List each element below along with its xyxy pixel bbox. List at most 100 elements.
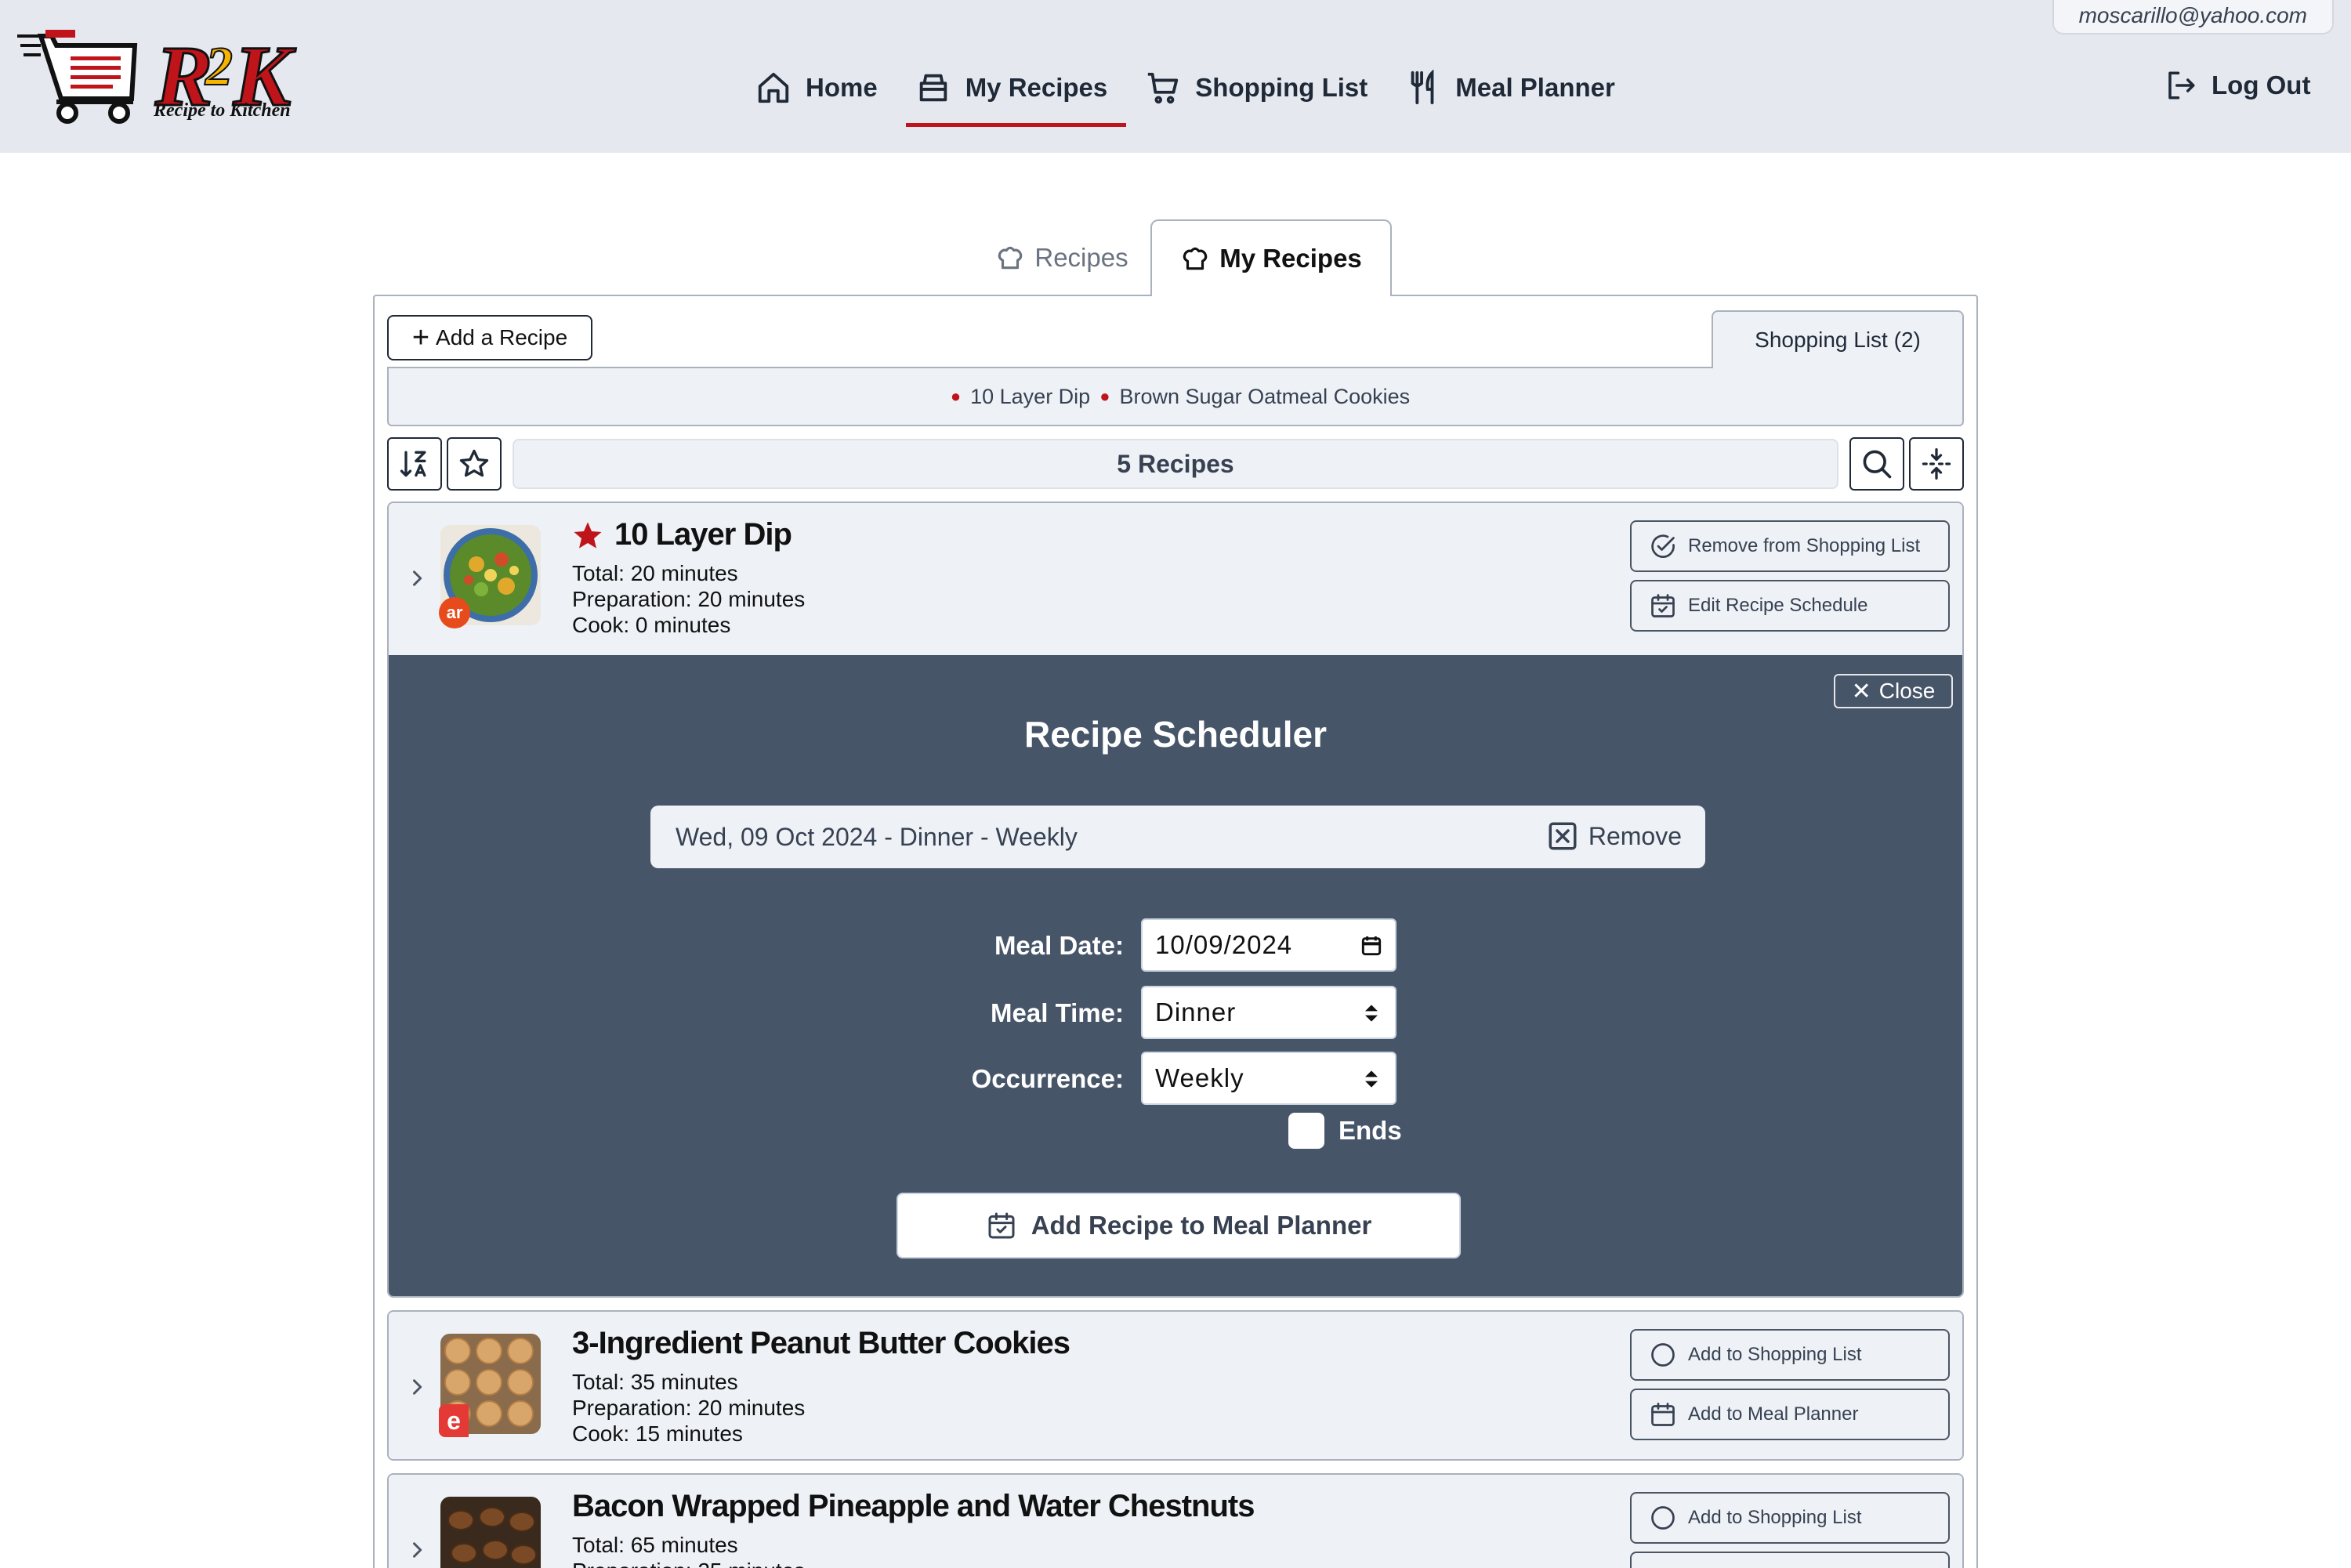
add-to-meal-planner-label: Add Recipe to Meal Planner: [1031, 1211, 1372, 1240]
fork-knife-icon: [1411, 70, 1434, 105]
add-to-meal-planner-card-button[interactable]: Add to Meal Planner: [1630, 1389, 1950, 1440]
svg-text:2: 2: [205, 37, 233, 97]
occurrence-value: Weekly: [1155, 1063, 1244, 1092]
recipe-card: Bacon Wrapped Pineapple and Water Chestn…: [387, 1473, 1964, 1568]
search-button[interactable]: [1849, 437, 1904, 491]
recipe-thumbnail: [440, 1497, 541, 1568]
meal-time-label: Meal Time:: [991, 998, 1124, 1027]
nav-home[interactable]: Home: [737, 60, 897, 116]
chevron-right-icon[interactable]: [406, 1539, 428, 1561]
meal-time-select[interactable]: Dinner: [1141, 986, 1396, 1039]
chevron-right-icon[interactable]: [406, 567, 428, 589]
nav-shopping-list-label: Shopping List: [1195, 73, 1368, 102]
remove-from-shopping-list-label: Remove from Shopping List: [1688, 535, 1921, 556]
recipe-prep-time: Preparation: 20 minutes: [572, 1396, 806, 1420]
collapse-icon: [1922, 448, 1951, 480]
add-recipe-button[interactable]: + Add a Recipe: [387, 315, 592, 360]
nav-shopping-list[interactable]: Shopping List: [1126, 60, 1386, 116]
add-to-meal-planner-card-label: Add to Meal Planner: [1688, 1403, 1859, 1425]
close-label: Close: [1878, 679, 1936, 703]
shopping-item[interactable]: Brown Sugar Oatmeal Cookies: [1120, 385, 1411, 409]
nav-home-label: Home: [806, 73, 878, 102]
app-header: R 2 K Recipe to Kitchen Home My Recipes …: [0, 0, 2351, 153]
food-image-icon: [440, 1497, 541, 1568]
select-arrows-icon: [1365, 1005, 1378, 1022]
user-email[interactable]: moscarillo@yahoo.com: [2052, 0, 2334, 34]
recipe-title[interactable]: 3-Ingredient Peanut Butter Cookies: [572, 1326, 1070, 1361]
collapse-all-button[interactable]: [1909, 437, 1964, 491]
ends-label: Ends: [1339, 1116, 1402, 1145]
add-to-shopping-list-button[interactable]: Add to Shopping List: [1630, 1492, 1950, 1544]
recipe-card: ar 10 Layer Dip Total: 20 minutes Prepar…: [387, 502, 1964, 1298]
recipe-card-header[interactable]: ar 10 Layer Dip Total: 20 minutes Prepar…: [389, 503, 1962, 655]
sort-button[interactable]: [387, 437, 442, 491]
tab-recipes-label: Recipes: [1034, 243, 1128, 272]
add-recipe-label: Add a Recipe: [436, 325, 568, 349]
calendar-icon: [1651, 1403, 1675, 1426]
tab-my-recipes[interactable]: My Recipes: [1150, 219, 1392, 296]
remove-schedule-button[interactable]: Remove: [1546, 820, 1682, 853]
ends-checkbox[interactable]: [1288, 1113, 1324, 1149]
logout-button[interactable]: Log Out: [2164, 69, 2310, 102]
recipe-count: 5 Recipes: [513, 439, 1838, 489]
calendar-icon[interactable]: [1359, 933, 1384, 958]
search-icon: [1863, 450, 1892, 479]
favorite-star-icon[interactable]: [572, 520, 603, 551]
add-to-meal-planner-button[interactable]: Add Recipe to Meal Planner: [897, 1193, 1461, 1258]
source-badge: e: [439, 1404, 469, 1437]
nav-my-recipes[interactable]: My Recipes: [897, 60, 1127, 127]
recipe-card-header[interactable]: e 3-Ingredient Peanut Butter Cookies Tot…: [389, 1312, 1962, 1459]
circle-icon: [1651, 1506, 1675, 1530]
recipe-total-time: Total: 65 minutes: [572, 1533, 738, 1557]
recipe-cook-time: Cook: 0 minutes: [572, 613, 731, 637]
bullet-icon: ●: [950, 386, 962, 406]
recipe-cook-time: Cook: 15 minutes: [572, 1421, 743, 1446]
recipe-prep-time: Preparation: 25 minutes: [572, 1559, 805, 1568]
nav-meal-planner[interactable]: Meal Planner: [1386, 60, 1634, 116]
circle-icon: [1651, 1343, 1675, 1367]
close-scheduler-button[interactable]: ✕ Close: [1834, 674, 1953, 708]
tab-my-recipes-label: My Recipes: [1219, 244, 1362, 273]
recipe-title[interactable]: 10 Layer Dip: [614, 517, 792, 552]
favorites-filter-button[interactable]: [447, 437, 502, 491]
select-arrows-icon: [1365, 1070, 1378, 1088]
meal-date-input[interactable]: 10/09/2024: [1141, 918, 1396, 972]
recipe-card-header[interactable]: Bacon Wrapped Pineapple and Water Chestn…: [389, 1475, 1962, 1568]
recipe-box-icon: [919, 74, 947, 102]
shopping-list-tab[interactable]: Shopping List (2): [1712, 310, 1964, 368]
chef-hat-icon: [998, 246, 1023, 270]
cart-icon: [1148, 72, 1179, 104]
nav-my-recipes-label: My Recipes: [965, 73, 1108, 102]
chef-hat-icon: [1183, 247, 1208, 270]
tab-recipes[interactable]: Recipes: [972, 219, 1152, 296]
add-to-shopping-list-button[interactable]: Add to Shopping List: [1630, 1329, 1950, 1381]
remove-from-shopping-list-button[interactable]: Remove from Shopping List: [1630, 520, 1950, 572]
shopping-item[interactable]: 10 Layer Dip: [970, 385, 1090, 409]
calendar-check-icon: [1651, 594, 1675, 617]
add-to-shopping-list-label: Add to Shopping List: [1688, 1344, 1862, 1365]
logout-label: Log Out: [2212, 71, 2311, 100]
recipe-title[interactable]: Bacon Wrapped Pineapple and Water Chestn…: [572, 1489, 1255, 1524]
source-badge: ar: [439, 597, 470, 628]
meal-date-label: Meal Date:: [994, 931, 1124, 960]
main-nav: Home My Recipes Shopping List Meal Plann…: [737, 60, 1634, 127]
check-circle-icon: [1651, 534, 1675, 558]
occurrence-select[interactable]: Weekly: [1141, 1052, 1396, 1105]
star-outline-icon: [459, 449, 489, 477]
close-icon: ✕: [1851, 678, 1871, 704]
recipe-prep-time: Preparation: 20 minutes: [572, 587, 806, 611]
remove-label: Remove: [1588, 821, 1682, 850]
add-to-meal-planner-card-button[interactable]: [1630, 1552, 1950, 1568]
sort-az-icon: [400, 451, 426, 477]
logo-tagline: Recipe to Kitchen: [154, 100, 291, 121]
meal-time-value: Dinner: [1155, 998, 1237, 1027]
edit-recipe-schedule-label: Edit Recipe Schedule: [1688, 595, 1868, 616]
shopping-list-summary: ● 10 Layer Dip ● Brown Sugar Oatmeal Coo…: [387, 367, 1964, 426]
recipe-total-time: Total: 35 minutes: [572, 1370, 738, 1394]
scheduler-title: Recipe Scheduler: [1023, 714, 1328, 755]
chevron-right-icon[interactable]: [406, 1376, 428, 1398]
edit-recipe-schedule-button[interactable]: Edit Recipe Schedule: [1630, 580, 1950, 632]
scheduled-entry: Wed, 09 Oct 2024 - Dinner - Weekly Remov…: [650, 806, 1705, 868]
x-square-icon: [1549, 822, 1577, 850]
occurrence-label: Occurrence:: [971, 1064, 1124, 1093]
